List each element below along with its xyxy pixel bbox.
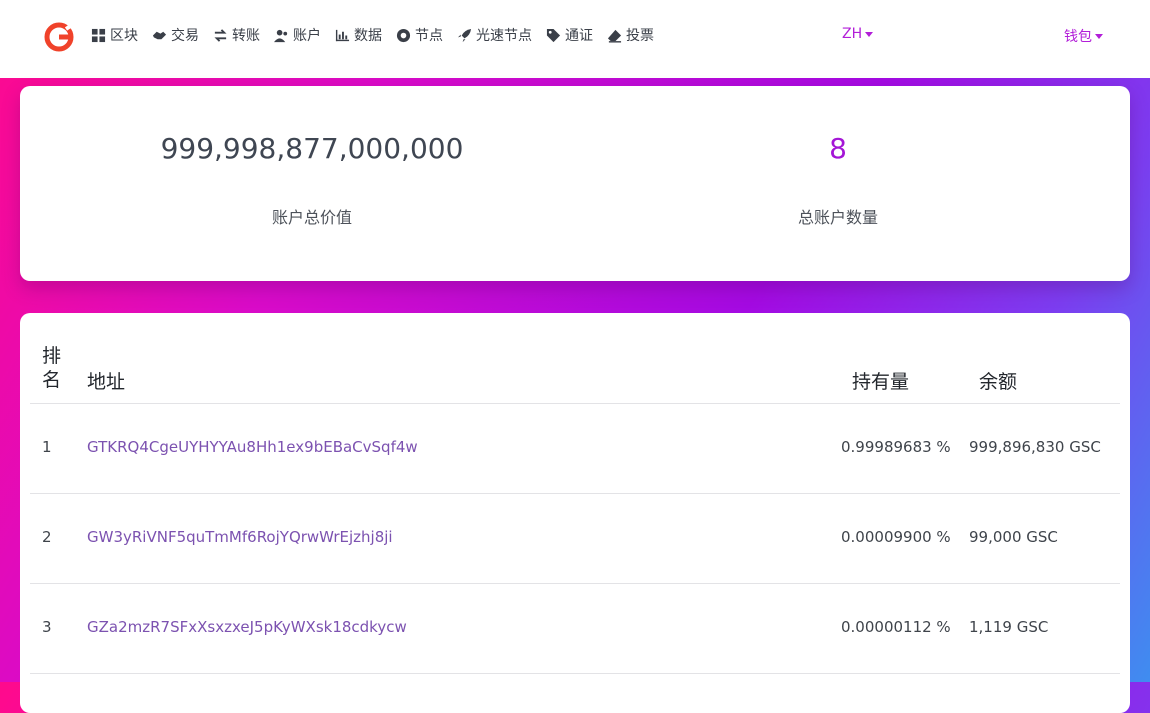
nav-item-nodes[interactable]: 节点 bbox=[396, 25, 443, 45]
nav-item-label: 交易 bbox=[171, 28, 199, 44]
wallet-dropdown[interactable]: 钱包 bbox=[1064, 26, 1103, 46]
handshake-icon bbox=[152, 31, 167, 39]
nav-item-accounts[interactable]: 账户 bbox=[274, 25, 321, 45]
nav-item-transactions[interactable]: 交易 bbox=[152, 25, 199, 45]
accounts-table: 排名 地址 持有量 余额 1 GTKRQ4CgeUYHYYAu8Hh1ex9bE… bbox=[20, 313, 1130, 713]
nav-item-tokens[interactable]: 通证 bbox=[546, 25, 593, 45]
row-address-link[interactable]: GTKRQ4CgeUYHYYAu8Hh1ex9bEBaCvSqf4w bbox=[87, 403, 418, 492]
nav-item-lightspeed-nodes[interactable]: 光速节点 bbox=[457, 25, 532, 45]
language-label: ZH bbox=[842, 26, 863, 42]
chevron-down-icon bbox=[865, 31, 874, 37]
row-address-link[interactable]: GZa2mzR7SFxXsxzxeJ5pKyWXsk18cdkycw bbox=[87, 583, 407, 672]
account-count: 8 bbox=[829, 132, 847, 165]
nav-item-blocks[interactable]: 区块 bbox=[91, 25, 138, 45]
row-share: 0.99989683 % bbox=[841, 438, 951, 456]
header-address: 地址 bbox=[87, 371, 126, 393]
row-share: 0.00009900 % bbox=[841, 528, 951, 546]
total-value-label: 账户总价值 bbox=[271, 208, 352, 227]
row-address-link[interactable]: GW3yRiVNF5quTmMf6RojYQrwWrEjzhj8ji bbox=[87, 493, 393, 582]
row-share: 0.00000112 % bbox=[841, 618, 951, 636]
nav-item-label: 区块 bbox=[110, 28, 138, 44]
nav-item-label: 光速节点 bbox=[476, 28, 532, 44]
nav-item-label: 转账 bbox=[232, 28, 260, 44]
total-value: 999,998,877,000,000 bbox=[160, 132, 464, 165]
row-rank: 3 bbox=[42, 618, 52, 636]
eraser-icon bbox=[607, 29, 622, 43]
rocket-icon bbox=[457, 28, 472, 42]
dot-circle-icon bbox=[396, 28, 411, 42]
row-balance: 1,119 GSC bbox=[969, 618, 1049, 636]
header-rank: 排名 bbox=[42, 345, 62, 391]
top-navbar: 区块 交易 转账 账户 数据 节点 光速节点 通证 投票 ZH 钱包 bbox=[0, 0, 1150, 78]
table-row: 1 GTKRQ4CgeUYHYYAu8Hh1ex9bEBaCvSqf4w 0.9… bbox=[30, 403, 1120, 492]
nav-item-data[interactable]: 数据 bbox=[335, 25, 382, 45]
nav-item-label: 节点 bbox=[415, 28, 443, 44]
header-share: 持有量 bbox=[852, 371, 910, 393]
nav-item-transfers[interactable]: 转账 bbox=[213, 25, 260, 45]
row-rank: 1 bbox=[42, 438, 52, 456]
nav-item-label: 投票 bbox=[626, 28, 654, 44]
nav-menu: 区块 交易 转账 账户 数据 节点 光速节点 通证 投票 bbox=[91, 0, 654, 70]
divider bbox=[30, 673, 1120, 674]
table-row: 3 GZa2mzR7SFxXsxzxeJ5pKyWXsk18cdkycw 0.0… bbox=[30, 583, 1120, 672]
stats-card: 999,998,877,000,000 账户总价值 8 总账户数量 bbox=[20, 86, 1130, 281]
row-balance: 99,000 GSC bbox=[969, 528, 1058, 546]
bar-chart-icon bbox=[335, 29, 350, 41]
nav-item-label: 账户 bbox=[293, 28, 321, 44]
logo-icon[interactable] bbox=[44, 22, 74, 52]
exchange-arrows-icon bbox=[214, 28, 227, 42]
grid-icon bbox=[91, 28, 106, 42]
nav-item-votes[interactable]: 投票 bbox=[607, 25, 654, 45]
header-balance: 余额 bbox=[979, 371, 1018, 393]
language-dropdown[interactable]: ZH bbox=[842, 26, 874, 42]
account-count-label: 总账户数量 bbox=[797, 208, 878, 227]
wallet-label: 钱包 bbox=[1064, 29, 1092, 45]
users-icon bbox=[274, 29, 288, 42]
row-rank: 2 bbox=[42, 528, 52, 546]
nav-item-label: 数据 bbox=[354, 28, 382, 44]
tag-icon bbox=[546, 28, 561, 42]
table-row: 2 GW3yRiVNF5quTmMf6RojYQrwWrEjzhj8ji 0.0… bbox=[30, 493, 1120, 582]
row-balance: 999,896,830 GSC bbox=[969, 438, 1101, 456]
nav-item-label: 通证 bbox=[565, 28, 593, 44]
chevron-down-icon bbox=[1095, 33, 1103, 39]
